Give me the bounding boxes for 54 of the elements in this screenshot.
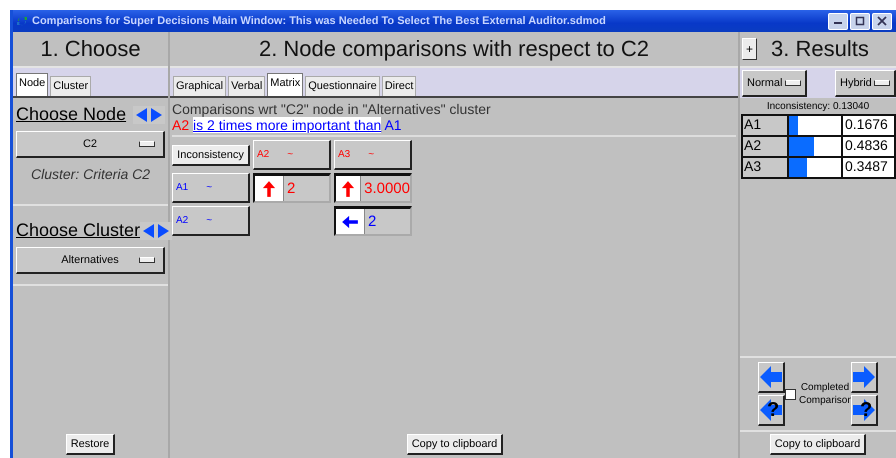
checkbox[interactable] (785, 388, 796, 400)
expand-button[interactable]: + (742, 38, 757, 60)
node-dropdown[interactable]: C2 (16, 131, 165, 158)
table-cell: A2 (742, 136, 788, 157)
priority-bar (788, 136, 842, 157)
panel-heading: 1. Choose (40, 36, 141, 62)
inconsistency-value: Inconsistency: 0.13040 (766, 100, 870, 114)
maximize-button[interactable] (850, 12, 870, 30)
node-name: A2 (172, 117, 190, 133)
tab[interactable]: Matrix (267, 73, 304, 96)
tab[interactable]: Graphical (173, 76, 226, 96)
minimize-button[interactable] (828, 12, 848, 30)
tab[interactable]: Direct (382, 76, 416, 96)
comparison-description: Comparisons wrt "C2" node in "Alternatives" cluster (172, 101, 492, 117)
close-button[interactable] (872, 12, 892, 30)
inconsistency-button[interactable]: Inconsistency (172, 144, 250, 166)
left-right-arrows-icon[interactable] (140, 222, 172, 240)
table-cell: 0.3487 (842, 157, 895, 178)
choose-node-label: Choose Node (16, 104, 126, 125)
mode-dropdown[interactable]: Normal (742, 70, 807, 97)
method-dropdown[interactable]: Hybrid (835, 70, 896, 97)
cluster-dropdown[interactable]: Alternatives (16, 247, 165, 274)
table-cell: A3 (742, 157, 788, 178)
tab[interactable]: Verbal (228, 76, 266, 96)
cluster-caption: Cluster: Criteria C2 (30, 166, 152, 182)
copy-to-clipboard-button[interactable]: Copy to clipboard (406, 434, 504, 455)
completed-comparison-label: Completed Comparison (799, 381, 851, 407)
window-title: Comparisons for Super Decisions Main Window: This was Needed To Select The Best External Auditor.sdmod (32, 15, 607, 27)
up-arrow-icon[interactable] (262, 180, 276, 198)
tab[interactable]: Cluster (50, 76, 92, 96)
next-button[interactable] (851, 362, 878, 393)
left-arrow-icon[interactable] (341, 214, 359, 228)
close-icon (877, 16, 887, 26)
next-help-button[interactable]: ? (851, 395, 878, 426)
tab[interactable]: Node (16, 73, 48, 96)
judgment-cell[interactable]: 2 (334, 206, 412, 236)
row-header[interactable]: A2 ~ (172, 206, 250, 236)
table-cell: A1 (742, 115, 788, 136)
recycle-icon (16, 15, 28, 27)
restore-button[interactable]: Restore (66, 434, 116, 455)
verbal-judgment-link[interactable]: is 2 times more important than (193, 117, 382, 133)
copy-to-clipboard-button[interactable]: Copy to clipboard (770, 434, 866, 455)
node-name: A1 (384, 117, 402, 133)
choose-cluster-label: Choose Cluster (16, 220, 140, 241)
tab[interactable]: Questionnaire (305, 76, 380, 96)
table-cell: 0.1676 (842, 115, 895, 136)
row-header[interactable]: A1 ~ (172, 173, 250, 203)
maximize-icon (855, 16, 865, 26)
up-arrow-icon[interactable] (341, 180, 356, 198)
table-cell: 0.4836 (842, 136, 895, 157)
panel-heading: 2. Node comparisons with respect to C2 (258, 36, 650, 62)
left-right-arrows-icon[interactable] (133, 106, 165, 124)
panel-heading: 3. Results (771, 36, 869, 62)
previous-button[interactable] (758, 362, 785, 393)
